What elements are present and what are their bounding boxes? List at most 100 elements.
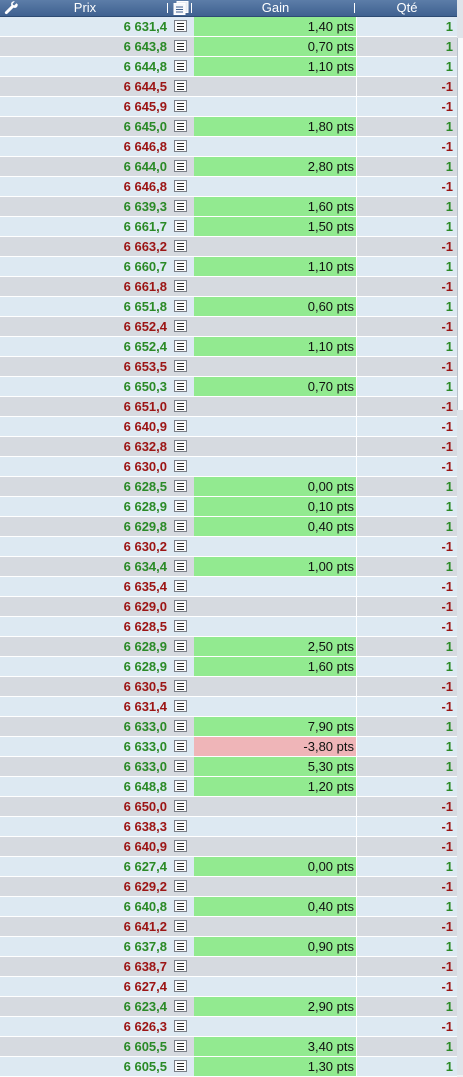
table-row[interactable]: 6 643,8 0,70 pts 1 [0, 37, 457, 57]
table-row[interactable]: 6 644,5 -1 [0, 77, 457, 97]
table-row[interactable]: 6 605,5 3,40 pts 1 [0, 1037, 457, 1057]
document-icon[interactable] [174, 720, 187, 732]
table-row[interactable]: 6 641,2 -1 [0, 917, 457, 937]
document-icon[interactable] [174, 820, 187, 832]
document-icon[interactable] [174, 620, 187, 632]
document-icon[interactable] [174, 320, 187, 332]
document-icon[interactable] [174, 540, 187, 552]
table-row[interactable]: 6 653,5 -1 [0, 357, 457, 377]
column-header-qte[interactable]: Qté [357, 0, 457, 16]
table-row[interactable]: 6 630,2 -1 [0, 537, 457, 557]
document-icon[interactable] [174, 420, 187, 432]
table-row[interactable]: 6 637,8 0,90 pts 1 [0, 937, 457, 957]
table-row[interactable]: 6 646,8 -1 [0, 137, 457, 157]
document-icon[interactable] [174, 660, 187, 672]
document-icon[interactable] [174, 260, 187, 272]
table-row[interactable]: 6 627,4 0,00 pts 1 [0, 857, 457, 877]
document-icon[interactable] [174, 20, 187, 32]
document-icon[interactable] [174, 280, 187, 292]
table-row[interactable]: 6 663,2 -1 [0, 237, 457, 257]
table-row[interactable]: 6 628,5 0,00 pts 1 [0, 477, 457, 497]
table-row[interactable]: 6 644,0 2,80 pts 1 [0, 157, 457, 177]
document-icon[interactable] [174, 220, 187, 232]
document-icon[interactable] [174, 800, 187, 812]
column-divider[interactable] [191, 3, 192, 13]
document-icon[interactable] [174, 760, 187, 772]
document-icon[interactable] [174, 40, 187, 52]
document-icon[interactable] [174, 160, 187, 172]
table-row[interactable]: 6 650,3 0,70 pts 1 [0, 377, 457, 397]
document-icon[interactable] [174, 960, 187, 972]
table-row[interactable]: 6 661,8 -1 [0, 277, 457, 297]
document-icon[interactable] [174, 1060, 187, 1072]
vertical-scrollbar[interactable] [457, 0, 463, 1075]
document-icon[interactable] [174, 400, 187, 412]
table-row[interactable]: 6 623,4 2,90 pts 1 [0, 997, 457, 1017]
column-divider[interactable] [167, 3, 168, 13]
document-icon[interactable] [174, 740, 187, 752]
document-icon[interactable] [174, 60, 187, 72]
table-row[interactable]: 6 651,8 0,60 pts 1 [0, 297, 457, 317]
table-row[interactable]: 6 633,0 5,30 pts 1 [0, 757, 457, 777]
table-row[interactable]: 6 626,3 -1 [0, 1017, 457, 1037]
table-row[interactable]: 6 648,8 1,20 pts 1 [0, 777, 457, 797]
table-row[interactable]: 6 660,7 1,10 pts 1 [0, 257, 457, 277]
document-icon[interactable] [173, 1, 189, 15]
table-row[interactable]: 6 638,7 -1 [0, 957, 457, 977]
document-icon[interactable] [174, 900, 187, 912]
table-row[interactable]: 6 630,5 -1 [0, 677, 457, 697]
document-icon[interactable] [174, 1000, 187, 1012]
table-row[interactable]: 6 640,8 0,40 pts 1 [0, 897, 457, 917]
document-icon[interactable] [174, 140, 187, 152]
document-icon[interactable] [174, 1040, 187, 1052]
table-row[interactable]: 6 633,0 7,90 pts 1 [0, 717, 457, 737]
document-icon[interactable] [174, 120, 187, 132]
table-row[interactable]: 6 629,8 0,40 pts 1 [0, 517, 457, 537]
document-icon[interactable] [174, 500, 187, 512]
document-icon[interactable] [174, 460, 187, 472]
table-row[interactable]: 6 650,0 -1 [0, 797, 457, 817]
document-icon[interactable] [174, 840, 187, 852]
document-icon[interactable] [174, 180, 187, 192]
table-row[interactable]: 6 645,0 1,80 pts 1 [0, 117, 457, 137]
document-icon[interactable] [174, 300, 187, 312]
column-header-prix[interactable]: Prix [0, 0, 170, 16]
document-icon[interactable] [174, 480, 187, 492]
document-icon[interactable] [174, 580, 187, 592]
table-row[interactable]: 6 628,9 0,10 pts 1 [0, 497, 457, 517]
table-row[interactable]: 6 640,9 -1 [0, 417, 457, 437]
table-row[interactable]: 6 640,9 -1 [0, 837, 457, 857]
table-row[interactable]: 6 631,4 1,40 pts 1 [0, 17, 457, 37]
table-row[interactable]: 6 646,8 -1 [0, 177, 457, 197]
document-icon[interactable] [174, 200, 187, 212]
document-icon[interactable] [174, 860, 187, 872]
document-icon[interactable] [174, 440, 187, 452]
table-row[interactable]: 6 632,8 -1 [0, 437, 457, 457]
table-row[interactable]: 6 628,9 2,50 pts 1 [0, 637, 457, 657]
document-icon[interactable] [174, 680, 187, 692]
table-row[interactable]: 6 630,0 -1 [0, 457, 457, 477]
document-icon[interactable] [174, 920, 187, 932]
document-icon[interactable] [174, 240, 187, 252]
column-header-gain[interactable]: Gain [194, 0, 357, 16]
table-row[interactable]: 6 634,4 1,00 pts 1 [0, 557, 457, 577]
document-icon[interactable] [174, 700, 187, 712]
table-row[interactable]: 6 638,3 -1 [0, 817, 457, 837]
document-icon[interactable] [174, 340, 187, 352]
table-row[interactable]: 6 645,9 -1 [0, 97, 457, 117]
table-row[interactable]: 6 652,4 1,10 pts 1 [0, 337, 457, 357]
document-icon[interactable] [174, 520, 187, 532]
document-icon[interactable] [174, 360, 187, 372]
document-icon[interactable] [174, 100, 187, 112]
table-row[interactable]: 6 633,0 -3,80 pts 1 [0, 737, 457, 757]
document-icon[interactable] [174, 640, 187, 652]
table-row[interactable]: 6 639,3 1,60 pts 1 [0, 197, 457, 217]
wrench-icon[interactable] [4, 1, 18, 15]
table-row[interactable]: 6 628,9 1,60 pts 1 [0, 657, 457, 677]
table-row[interactable]: 6 629,2 -1 [0, 877, 457, 897]
scrollbar-thumb[interactable] [457, 38, 463, 410]
table-row[interactable]: 6 605,5 1,30 pts 1 [0, 1057, 457, 1077]
table-row[interactable]: 6 652,4 -1 [0, 317, 457, 337]
document-icon[interactable] [174, 780, 187, 792]
document-icon[interactable] [174, 380, 187, 392]
